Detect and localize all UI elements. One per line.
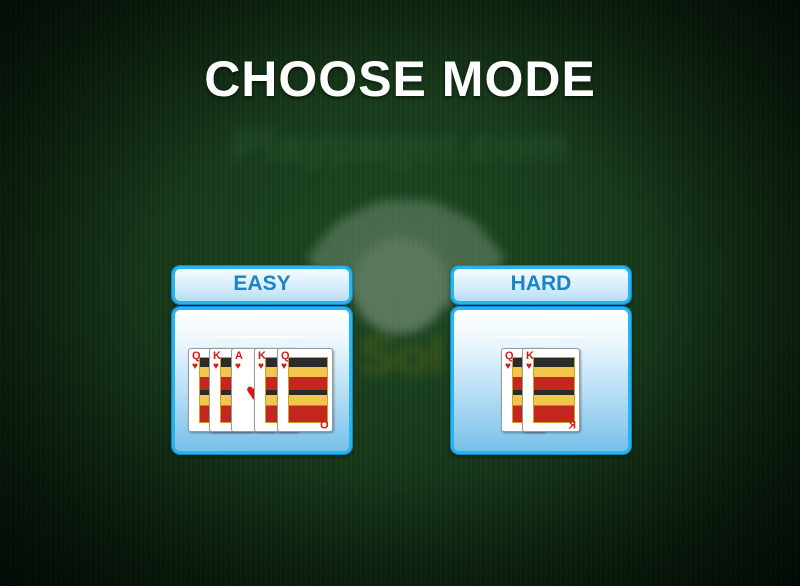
easy-mode-panel[interactable]: Q♥ K♥ A♥ ♥ K♥ Q♥ Q: [172, 307, 352, 454]
background-logo-partial-text: Sol: [360, 326, 445, 386]
hard-mode-panel[interactable]: Q ♥ K ♥ K: [451, 307, 631, 454]
easy-mode-button[interactable]: EASY Q♥ K♥ A♥ ♥ K♥ Q♥ Q: [172, 266, 352, 454]
card-king-hearts: K ♥ K: [522, 348, 580, 432]
background-ball: [352, 238, 448, 334]
card-queen-hearts: Q ♥ Q: [277, 348, 333, 432]
page-title: CHOOSE MODE: [204, 51, 596, 107]
easy-mode-label: EASY: [172, 266, 352, 304]
background-logo-text: Playpager.com: [231, 119, 569, 171]
hard-mode-label: HARD: [451, 266, 631, 304]
hard-mode-button[interactable]: HARD Q ♥ K ♥ K: [451, 266, 631, 454]
